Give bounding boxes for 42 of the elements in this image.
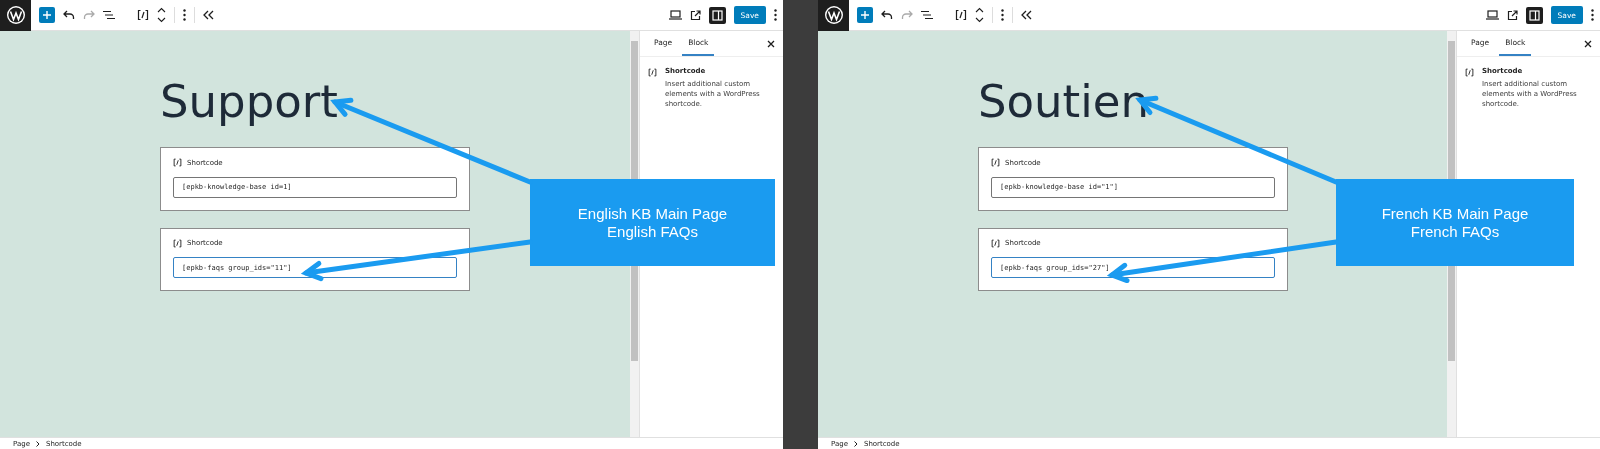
shortcode-icon [1465, 67, 1474, 78]
callout-text: English KB Main Page [577, 204, 728, 223]
external-link-icon[interactable] [1506, 9, 1518, 21]
shortcode-icon [173, 238, 182, 248]
callout-text: English FAQs [607, 222, 698, 241]
undo-icon[interactable] [881, 10, 893, 20]
page-title: Support [160, 74, 338, 130]
shortcode-icon [137, 9, 149, 21]
close-icon[interactable] [1584, 39, 1592, 48]
shortcode-icon [173, 158, 182, 167]
plus-icon [42, 10, 52, 20]
move-arrows-icon[interactable] [157, 7, 166, 23]
options-icon[interactable] [774, 9, 777, 21]
laptop-icon[interactable] [1485, 10, 1499, 20]
list-view-icon[interactable] [921, 10, 933, 20]
settings-toggle[interactable] [708, 6, 726, 24]
undo-icon[interactable] [63, 10, 75, 20]
logo-icon[interactable] [0, 0, 31, 31]
shortcode-icon [991, 158, 1000, 167]
external-link-icon[interactable] [689, 9, 701, 21]
add-block-button[interactable] [857, 7, 873, 23]
shortcode-icon [648, 67, 657, 78]
collapse-icon[interactable] [203, 10, 214, 20]
more-options-icon[interactable] [1001, 9, 1004, 21]
laptop-icon[interactable] [668, 10, 682, 20]
logo-icon[interactable] [818, 0, 849, 31]
callout-text: French FAQs [1410, 222, 1500, 241]
page-title: Soutien [978, 74, 1149, 130]
chevron-icon [853, 440, 858, 447]
close-icon[interactable] [767, 39, 775, 48]
shortcode-icon [955, 9, 967, 21]
chevron-icon [35, 440, 40, 447]
shortcode-icon [991, 238, 1000, 248]
more-options-icon[interactable] [183, 9, 186, 21]
callout-text: French KB Main Page [1381, 204, 1529, 223]
options-icon[interactable] [1591, 9, 1594, 21]
settings-toggle[interactable] [1525, 6, 1543, 24]
list-view-icon[interactable] [103, 10, 115, 20]
collapse-icon[interactable] [1021, 10, 1032, 20]
move-arrows-icon[interactable] [975, 7, 984, 23]
add-block-button[interactable] [39, 7, 55, 23]
plus-icon [860, 10, 870, 20]
